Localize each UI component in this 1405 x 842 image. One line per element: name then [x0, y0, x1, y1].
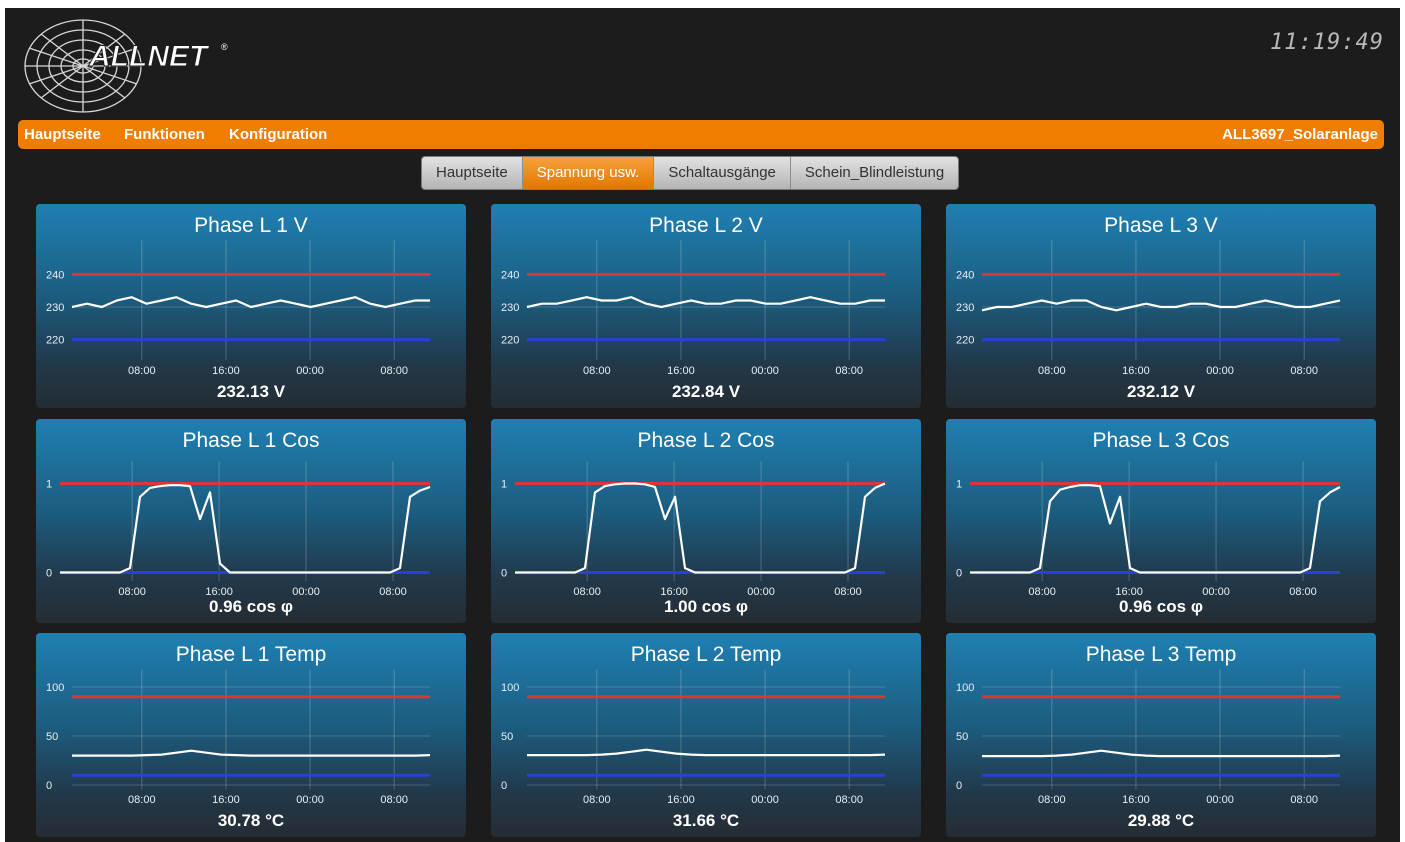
series-line: [527, 748, 886, 757]
panel-value: 0.96 cos φ: [209, 597, 293, 616]
logo-wordmark: ALLNET: [88, 40, 210, 73]
chart-panel: Phase L 2 Cos 08:00 16:00 00:00 08:00 1 0 1.00 …: [491, 419, 921, 623]
panel-chart: 08:00 16:00 00:00 08:00 100 50 0: [46, 669, 431, 806]
tab-hauptseite[interactable]: Hauptseite: [422, 157, 523, 189]
chart-panel: Phase L 2 Temp 08:00 16:00 00:00 08:00 100 50 0…: [491, 633, 921, 837]
y-tick-label: 220: [501, 335, 519, 347]
x-tick-label: 00:00: [1206, 365, 1234, 377]
x-tick-label: 08:00: [1038, 794, 1066, 806]
tab-schaltausgaenge[interactable]: Schaltausgänge: [654, 157, 791, 189]
x-tick-label: 16:00: [1122, 794, 1150, 806]
x-tick-label: 08:00: [128, 365, 156, 377]
x-tick-label: 08:00: [835, 365, 863, 377]
y-tick-label: 0: [501, 568, 507, 580]
panel-value: 232.12 V: [1126, 382, 1196, 401]
y-tick-label: 100: [501, 682, 519, 694]
x-tick-label: 00:00: [296, 365, 324, 377]
x-tick-label: 00:00: [751, 365, 779, 377]
x-tick-label: 08:00: [583, 365, 611, 377]
y-tick-label: 50: [956, 731, 968, 743]
y-tick-label: 50: [501, 731, 513, 743]
app-window: ALLNET ® 11:19:49 Hauptseite Funktionen …: [5, 8, 1400, 842]
panel-value: 1.00 cos φ: [664, 597, 748, 616]
series-line: [526, 296, 885, 309]
x-tick-label: 16:00: [667, 365, 695, 377]
x-tick-label: 16:00: [1122, 365, 1150, 377]
y-tick-label: 0: [956, 568, 962, 580]
chart-panel: Phase L 1 V 08:00 16:00 00:00 08:00 240 230 220…: [36, 204, 466, 408]
tab-bar: Hauptseite Spannung usw. Schaltausgänge …: [421, 156, 960, 190]
x-tick-label: 08:00: [128, 794, 156, 806]
series-line: [60, 484, 431, 574]
x-tick-label: 00:00: [751, 794, 779, 806]
panel-chart: 08:00 16:00 00:00 08:00 100 50 0: [956, 669, 1341, 806]
chart-panel: Phase L 1 Cos 08:00 16:00 00:00 08:00 1 0 0.96 …: [36, 419, 466, 623]
y-tick-label: 230: [46, 302, 64, 314]
y-tick-label: 240: [956, 269, 974, 281]
panel-value: 30.78 °C: [217, 811, 285, 830]
y-tick-label: 240: [46, 269, 64, 281]
x-tick-label: 16:00: [212, 794, 240, 806]
x-tick-label: 08:00: [380, 794, 408, 806]
svg-text:®: ®: [221, 42, 228, 52]
panel-value: 232.13 V: [216, 382, 286, 401]
panel-value: 29.88 °C: [1127, 811, 1195, 830]
nav-link-konfiguration[interactable]: Konfiguration: [229, 126, 327, 143]
panel-chart: 08:00 16:00 00:00 08:00 240 230 220: [46, 240, 430, 377]
panel-chart: 08:00 16:00 00:00 08:0010: [46, 461, 431, 598]
panel-chart: 08:00 16:00 00:00 08:00 240 230 220: [956, 240, 1341, 377]
x-tick-label: 08:00: [1038, 365, 1066, 377]
nav-link-funktionen[interactable]: Funktionen: [124, 126, 205, 143]
panel-chart: 08:00 16:00 00:00 08:00 100 50 0: [501, 669, 886, 806]
panel-value: 0.96 cos φ: [1119, 597, 1203, 616]
series-line: [71, 296, 430, 309]
chart-panel: Phase L 3 V 08:00 16:00 00:00 08:00 240 230 220…: [946, 204, 1376, 408]
y-tick-label: 230: [956, 302, 974, 314]
device-name: ALL3697_Solaranlage: [1222, 126, 1378, 143]
x-tick-label: 16:00: [667, 794, 695, 806]
x-tick-label: 08:00: [835, 794, 863, 806]
x-tick-label: 08:00: [1290, 794, 1318, 806]
series-line: [981, 299, 1341, 312]
y-tick-label: 1: [956, 478, 962, 490]
series-line: [982, 749, 1341, 758]
y-tick-label: 1: [46, 478, 52, 490]
panel-value: 31.66 °C: [672, 811, 740, 830]
y-tick-label: 230: [501, 302, 519, 314]
y-tick-label: 220: [46, 335, 64, 347]
y-tick-label: 0: [46, 780, 52, 792]
y-tick-label: 220: [956, 335, 974, 347]
y-tick-label: 100: [46, 682, 64, 694]
y-tick-label: 0: [46, 568, 52, 580]
x-tick-label: 00:00: [296, 794, 324, 806]
y-tick-label: 1: [501, 478, 507, 490]
y-tick-label: 240: [501, 269, 519, 281]
chart-panel: Phase L 3 Temp 08:00 16:00 00:00 08:00 100 50 0…: [946, 633, 1376, 837]
chart-panel: Phase L 1 Temp 08:00 16:00 00:00 08:00 100 50 0…: [36, 633, 466, 837]
clock: 11:19:49: [1270, 30, 1384, 55]
x-tick-label: 16:00: [212, 365, 240, 377]
x-tick-label: 08:00: [583, 794, 611, 806]
tab-schein-blindleistung[interactable]: Schein_Blindleistung: [790, 157, 959, 189]
y-tick-label: 0: [501, 780, 507, 792]
panel-chart: 08:00 16:00 00:00 08:0010: [956, 461, 1341, 598]
series-line: [515, 482, 886, 574]
chart-panel: Phase L 3 Cos 08:00 16:00 00:00 08:00 1 0 0.96 …: [946, 419, 1376, 623]
y-tick-label: 100: [956, 682, 974, 694]
x-tick-label: 00:00: [1206, 794, 1234, 806]
main-navbar: Hauptseite Funktionen Konfiguration ALL3…: [18, 120, 1384, 149]
panel-chart: 08:00 16:00 00:00 08:0010: [501, 461, 886, 598]
series-line: [72, 749, 431, 757]
x-tick-label: 08:00: [1290, 365, 1318, 377]
allnet-logo: ALLNET ®: [24, 19, 228, 113]
y-tick-label: 50: [46, 731, 58, 743]
chart-panel: Phase L 2 V 08:00 16:00 00:00 08:00 240 230 220…: [491, 204, 921, 408]
tab-spannung[interactable]: Spannung usw.: [522, 157, 655, 189]
x-tick-label: 08:00: [380, 365, 408, 377]
panel-value: 232.84 V: [671, 382, 741, 401]
nav-link-hauptseite[interactable]: Hauptseite: [24, 126, 101, 143]
series-line: [970, 484, 1341, 574]
panel-chart: 08:00 16:00 00:00 08:00 240 230 220: [501, 240, 885, 377]
y-tick-label: 0: [956, 780, 962, 792]
